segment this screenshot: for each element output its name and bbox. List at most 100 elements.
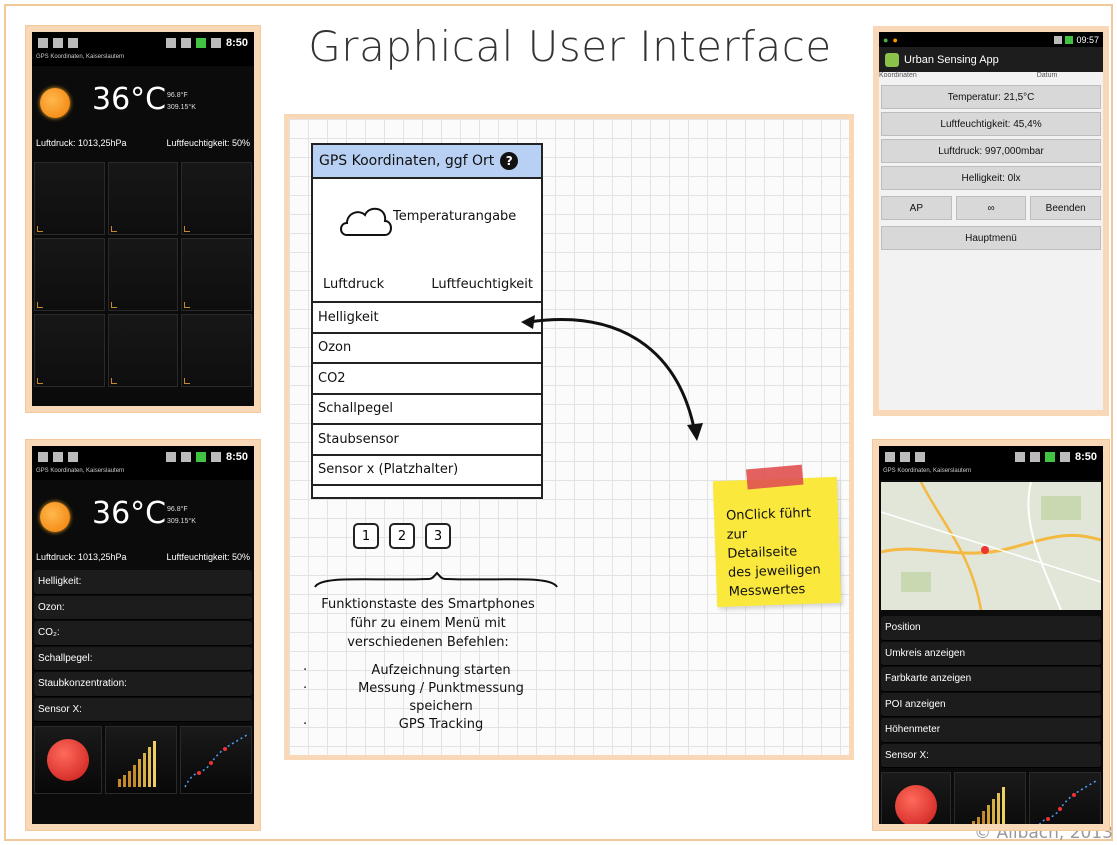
track-visualization[interactable] [180, 726, 252, 794]
list-item[interactable]: CO2 [311, 362, 543, 395]
list-item[interactable]: Helligkeit [311, 301, 543, 334]
notification-icon [885, 452, 895, 462]
status-time: 8:50 [1074, 451, 1097, 463]
app-column-header: Koordinaten Datum [879, 72, 1103, 82]
wireframe-header: GPS Koordinaten, ggf Ort ? [313, 145, 541, 179]
pressure-label: Luftdruck: 1013,25hPa [36, 552, 127, 562]
list-item: · Aufzeichnung starten [303, 663, 511, 678]
wifi-icon [1014, 452, 1025, 462]
list-item[interactable]: Schallpegel [311, 392, 543, 425]
sensor-tile[interactable] [34, 314, 105, 387]
page-button[interactable]: 3 [425, 523, 451, 549]
usb-icon [68, 38, 78, 48]
brightness-button[interactable]: Helligkeit: 0lx [881, 166, 1101, 190]
pie-chart-icon [47, 739, 89, 781]
sensor-list: Helligkeit: Ozon: CO₂: Schallpegel: Stau… [32, 570, 254, 722]
humidity-button[interactable]: Luftfeuchtigkeit: 45,4% [881, 112, 1101, 136]
measurement-labels: Luftdruck Luftfeuchtigkeit [323, 277, 533, 292]
wifi-icon [165, 452, 176, 462]
visualization-row [32, 723, 254, 797]
command-list: · Aufzeichnung starten · Messung / Punktme… [303, 662, 553, 734]
coordinates-label: Koordinaten [879, 72, 917, 79]
ap-button[interactable]: AP [881, 196, 952, 220]
list-item[interactable]: Umkreis anzeigen [881, 641, 1101, 666]
track-visualization[interactable] [1029, 772, 1101, 824]
whatsapp-icon: ● [883, 34, 889, 45]
usb-icon [68, 452, 78, 462]
note-line: Funktionstaste des Smartphones [321, 597, 535, 612]
map-menu-list: Position Umkreis anzeigen Farbkarte anze… [879, 616, 1103, 768]
sensor-tile[interactable] [107, 162, 179, 235]
curly-brace-icon [314, 571, 558, 588]
pressure-humidity-row: Luftdruck: 1013,25hPa Luftfeuchtigkeit: … [32, 138, 254, 148]
quit-button[interactable]: Beenden [1030, 196, 1102, 220]
signal-icon [180, 452, 191, 462]
notification-icon [38, 38, 48, 48]
list-item[interactable]: Sensor X: [881, 743, 1101, 768]
weather-row: 36°C 96.8°F 309.15°K [32, 66, 254, 136]
alarm-icon [210, 452, 221, 462]
bar-visualization[interactable] [105, 726, 177, 794]
sun-icon [40, 88, 70, 118]
list-item[interactable]: Staubsensor [311, 423, 543, 456]
temperature-value: 36°C [92, 496, 167, 531]
list-item[interactable]: Position [881, 616, 1101, 641]
sd-card-icon [900, 452, 910, 462]
list-item[interactable]: Ozon [311, 331, 543, 364]
notification-icon: ● [892, 34, 898, 45]
wifi-icon [165, 38, 176, 48]
list-item[interactable]: Staubkonzentration: [34, 672, 252, 697]
page-button[interactable]: 1 [353, 523, 379, 549]
status-time: 8:50 [225, 451, 248, 463]
sensor-tile[interactable] [34, 238, 105, 311]
bar-chart-icon [118, 741, 156, 787]
help-icon[interactable]: ? [500, 152, 519, 170]
battery-icon [195, 38, 206, 48]
note-line: führ zu einem Menü mit [350, 616, 506, 631]
infinity-button[interactable]: ∞ [955, 196, 1027, 220]
pie-chart-icon [895, 785, 937, 824]
app-logo-icon [885, 52, 899, 67]
list-item[interactable]: Schallpegel: [34, 646, 252, 671]
sensor-tile[interactable] [181, 314, 252, 387]
battery-icon [195, 452, 206, 462]
list-item[interactable]: Helligkeit: [34, 570, 252, 595]
map-view[interactable] [881, 482, 1101, 610]
main-menu-button[interactable]: Hauptmenü [881, 226, 1101, 250]
notification-icon [38, 452, 48, 462]
signal-icon [1054, 35, 1063, 44]
list-item[interactable]: CO₂: [34, 621, 252, 646]
status-bar: 8:50 [32, 446, 254, 468]
sensor-tile[interactable] [181, 162, 252, 235]
sensor-tile[interactable] [107, 314, 179, 387]
signal-icon [180, 38, 191, 48]
list-item[interactable]: Sensor X: [34, 697, 252, 722]
list-item[interactable]: Farbkarte anzeigen [881, 667, 1101, 692]
bar-visualization[interactable] [954, 772, 1026, 824]
temperature-fahrenheit: 96.8°F [167, 506, 188, 513]
status-time: 8:50 [225, 37, 248, 49]
bar-chart-icon [972, 787, 1005, 824]
page-indicator: 1 2 3 [353, 523, 451, 549]
sticky-note: OnClick führt zur Detailseite des jeweil… [712, 464, 842, 608]
phone-map: 8:50 GPS Koordinaten, Kaiserslautern Pos… [873, 440, 1109, 830]
cloud-icon [340, 207, 392, 236]
pressure-button[interactable]: Luftdruck: 997,000mbar [881, 139, 1101, 163]
page-button[interactable]: 2 [389, 523, 415, 549]
pie-visualization[interactable] [34, 726, 102, 794]
action-button-row: AP ∞ Beenden [879, 193, 1103, 223]
list-item[interactable]: POI anzeigen [881, 692, 1101, 717]
sensor-tile[interactable] [181, 238, 252, 311]
sensor-tile[interactable] [107, 238, 179, 311]
alarm-icon [210, 38, 221, 48]
list-item[interactable]: Sensor x (Platzhalter) [311, 453, 543, 486]
pie-visualization[interactable] [881, 772, 951, 824]
pressure-humidity-row: Luftdruck: 1013,25hPa Luftfeuchtigkeit: … [32, 552, 254, 562]
list-item[interactable]: Ozon: [34, 595, 252, 620]
list-item[interactable]: Höhenmeter [881, 718, 1101, 743]
battery-icon [1044, 452, 1055, 462]
temperature-button[interactable]: Temperatur: 21,5°C [881, 85, 1101, 109]
sensor-tile[interactable] [34, 162, 105, 235]
location-subtitle: GPS Koordinaten, Kaiserslautern [879, 468, 1103, 480]
list-item: · GPS Tracking [303, 717, 484, 732]
